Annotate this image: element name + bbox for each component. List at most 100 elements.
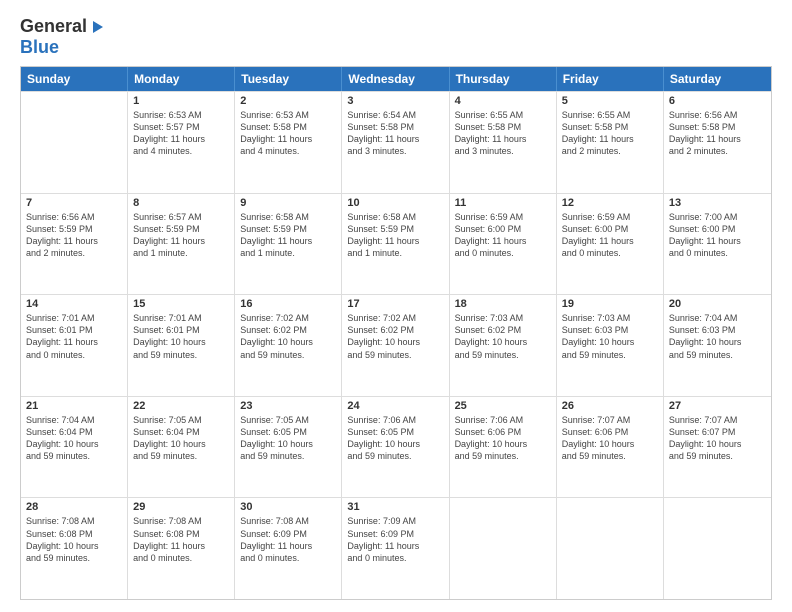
calendar-cell: 22 Sunrise: 7:05 AM Sunset: 6:04 PM Dayli… — [128, 397, 235, 498]
day-info: Sunrise: 7:07 AM Sunset: 6:07 PM Dayligh… — [669, 414, 766, 463]
day-number: 3 — [347, 95, 443, 107]
calendar-cell: 8 Sunrise: 6:57 AM Sunset: 5:59 PM Daylig… — [128, 194, 235, 295]
logo-arrow-icon — [89, 19, 105, 35]
day-number: 22 — [133, 400, 229, 412]
day-info: Sunrise: 7:00 AM Sunset: 6:00 PM Dayligh… — [669, 211, 766, 260]
calendar-cell: 30 Sunrise: 7:08 AM Sunset: 6:09 PM Dayli… — [235, 498, 342, 599]
day-number: 13 — [669, 197, 766, 209]
day-info: Sunrise: 7:08 AM Sunset: 6:08 PM Dayligh… — [26, 515, 122, 564]
day-number: 1 — [133, 95, 229, 107]
day-info: Sunrise: 7:05 AM Sunset: 6:05 PM Dayligh… — [240, 414, 336, 463]
calendar-cell: 3 Sunrise: 6:54 AM Sunset: 5:58 PM Daylig… — [342, 92, 449, 193]
day-number: 16 — [240, 298, 336, 310]
day-info: Sunrise: 6:57 AM Sunset: 5:59 PM Dayligh… — [133, 211, 229, 260]
day-number: 29 — [133, 501, 229, 513]
day-info: Sunrise: 7:04 AM Sunset: 6:04 PM Dayligh… — [26, 414, 122, 463]
day-number: 11 — [455, 197, 551, 209]
calendar-cell: 9 Sunrise: 6:58 AM Sunset: 5:59 PM Daylig… — [235, 194, 342, 295]
calendar-cell: 25Sunrise: 7:06 AM Sunset: 6:06 PM Dayli… — [450, 397, 557, 498]
calendar-row: 1 Sunrise: 6:53 AM Sunset: 5:57 PM Daylig… — [21, 91, 771, 193]
day-number: 21 — [26, 400, 122, 412]
day-info: Sunrise: 7:08 AM Sunset: 6:09 PM Dayligh… — [240, 515, 336, 564]
day-number: 4 — [455, 95, 551, 107]
day-number: 6 — [669, 95, 766, 107]
calendar-cell: 12 Sunrise: 6:59 AM Sunset: 6:00 PM Dayli… — [557, 194, 664, 295]
calendar-cell: 14 Sunrise: 7:01 AM Sunset: 6:01 PM Dayli… — [21, 295, 128, 396]
weekday-header: Saturday — [664, 67, 771, 91]
day-number: 24 — [347, 400, 443, 412]
day-info: Sunrise: 6:59 AM Sunset: 6:00 PM Dayligh… — [455, 211, 551, 260]
day-number: 27 — [669, 400, 766, 412]
logo: General Blue — [20, 16, 105, 58]
page-header: General Blue — [20, 16, 772, 58]
day-number: 30 — [240, 501, 336, 513]
calendar-cell: 15 Sunrise: 7:01 AM Sunset: 6:01 PM Dayli… — [128, 295, 235, 396]
day-info: Sunrise: 6:56 AM Sunset: 5:58 PM Dayligh… — [669, 109, 766, 158]
day-info: Sunrise: 7:05 AM Sunset: 6:04 PM Dayligh… — [133, 414, 229, 463]
calendar-cell: 10 Sunrise: 6:58 AM Sunset: 5:59 PM Dayli… — [342, 194, 449, 295]
calendar-cell: 11 Sunrise: 6:59 AM Sunset: 6:00 PM Dayli… — [450, 194, 557, 295]
day-info: Sunrise: 6:58 AM Sunset: 5:59 PM Dayligh… — [240, 211, 336, 260]
weekday-header: Thursday — [450, 67, 557, 91]
weekday-header: Friday — [557, 67, 664, 91]
calendar-cell: 5 Sunrise: 6:55 AM Sunset: 5:58 PM Daylig… — [557, 92, 664, 193]
day-number: 19 — [562, 298, 658, 310]
day-info: Sunrise: 7:09 AM Sunset: 6:09 PM Dayligh… — [347, 515, 443, 564]
calendar-cell: 4Sunrise: 6:55 AM Sunset: 5:58 PM Daylig… — [450, 92, 557, 193]
calendar-cell: 21 Sunrise: 7:04 AM Sunset: 6:04 PM Dayli… — [21, 397, 128, 498]
weekday-header: Tuesday — [235, 67, 342, 91]
day-number: 2 — [240, 95, 336, 107]
calendar-cell: 7 Sunrise: 6:56 AM Sunset: 5:59 PM Daylig… — [21, 194, 128, 295]
day-info: Sunrise: 6:53 AM Sunset: 5:58 PM Dayligh… — [240, 109, 336, 158]
calendar-body: 1 Sunrise: 6:53 AM Sunset: 5:57 PM Daylig… — [21, 91, 771, 599]
day-info: Sunrise: 6:59 AM Sunset: 6:00 PM Dayligh… — [562, 211, 658, 260]
calendar-row: 7 Sunrise: 6:56 AM Sunset: 5:59 PM Daylig… — [21, 193, 771, 295]
day-number: 14 — [26, 298, 122, 310]
day-number: 12 — [562, 197, 658, 209]
day-info: Sunrise: 7:02 AM Sunset: 6:02 PM Dayligh… — [347, 312, 443, 361]
day-number: 28 — [26, 501, 122, 513]
day-info: Sunrise: 7:03 AM Sunset: 6:03 PM Dayligh… — [562, 312, 658, 361]
day-number: 17 — [347, 298, 443, 310]
calendar-cell — [664, 498, 771, 599]
day-info: Sunrise: 6:53 AM Sunset: 5:57 PM Dayligh… — [133, 109, 229, 158]
day-info: Sunrise: 6:55 AM Sunset: 5:58 PM Dayligh… — [562, 109, 658, 158]
day-info: Sunrise: 6:58 AM Sunset: 5:59 PM Dayligh… — [347, 211, 443, 260]
day-info: Sunrise: 7:08 AM Sunset: 6:08 PM Dayligh… — [133, 515, 229, 564]
calendar-row: 14 Sunrise: 7:01 AM Sunset: 6:01 PM Dayli… — [21, 294, 771, 396]
day-number: 5 — [562, 95, 658, 107]
day-number: 7 — [26, 197, 122, 209]
day-info: Sunrise: 7:01 AM Sunset: 6:01 PM Dayligh… — [133, 312, 229, 361]
day-info: Sunrise: 7:06 AM Sunset: 6:05 PM Dayligh… — [347, 414, 443, 463]
calendar-cell: 6 Sunrise: 6:56 AM Sunset: 5:58 PM Daylig… — [664, 92, 771, 193]
day-info: Sunrise: 7:02 AM Sunset: 6:02 PM Dayligh… — [240, 312, 336, 361]
day-number: 26 — [562, 400, 658, 412]
calendar-cell: 1 Sunrise: 6:53 AM Sunset: 5:57 PM Daylig… — [128, 92, 235, 193]
weekday-header: Sunday — [21, 67, 128, 91]
calendar-cell — [450, 498, 557, 599]
calendar-cell: 18Sunrise: 7:03 AM Sunset: 6:02 PM Dayli… — [450, 295, 557, 396]
day-number: 10 — [347, 197, 443, 209]
calendar-cell: 29 Sunrise: 7:08 AM Sunset: 6:08 PM Dayli… — [128, 498, 235, 599]
calendar-cell: 20Sunrise: 7:04 AM Sunset: 6:03 PM Dayli… — [664, 295, 771, 396]
day-info: Sunrise: 6:54 AM Sunset: 5:58 PM Dayligh… — [347, 109, 443, 158]
day-number: 25 — [455, 400, 551, 412]
calendar-page: General Blue SundayMondayTuesdayWednesda… — [0, 0, 792, 612]
day-number: 18 — [455, 298, 551, 310]
calendar-cell: 19 Sunrise: 7:03 AM Sunset: 6:03 PM Dayli… — [557, 295, 664, 396]
weekday-header: Monday — [128, 67, 235, 91]
calendar-row: 21 Sunrise: 7:04 AM Sunset: 6:04 PM Dayli… — [21, 396, 771, 498]
day-number: 20 — [669, 298, 766, 310]
day-number: 15 — [133, 298, 229, 310]
calendar-cell: 2 Sunrise: 6:53 AM Sunset: 5:58 PM Daylig… — [235, 92, 342, 193]
calendar-cell: 27 Sunrise: 7:07 AM Sunset: 6:07 PM Dayli… — [664, 397, 771, 498]
day-number: 9 — [240, 197, 336, 209]
day-info: Sunrise: 7:01 AM Sunset: 6:01 PM Dayligh… — [26, 312, 122, 361]
calendar-cell: 26 Sunrise: 7:07 AM Sunset: 6:06 PM Dayli… — [557, 397, 664, 498]
calendar-cell: 31Sunrise: 7:09 AM Sunset: 6:09 PM Dayli… — [342, 498, 449, 599]
day-info: Sunrise: 7:07 AM Sunset: 6:06 PM Dayligh… — [562, 414, 658, 463]
day-info: Sunrise: 6:56 AM Sunset: 5:59 PM Dayligh… — [26, 211, 122, 260]
day-number: 8 — [133, 197, 229, 209]
calendar-cell: 28 Sunrise: 7:08 AM Sunset: 6:08 PM Dayli… — [21, 498, 128, 599]
calendar-cell: 24 Sunrise: 7:06 AM Sunset: 6:05 PM Dayli… — [342, 397, 449, 498]
